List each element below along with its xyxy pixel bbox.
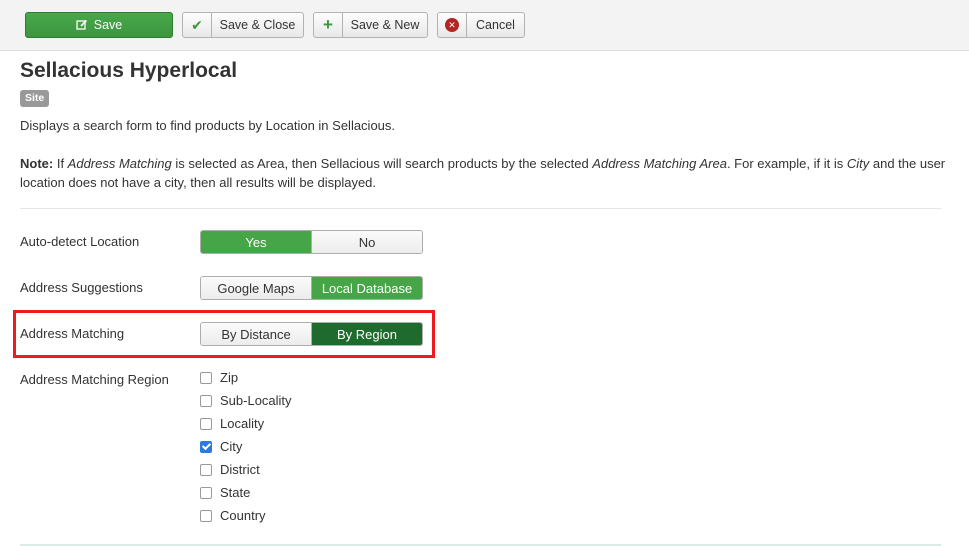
- check-icon: ✔: [183, 13, 212, 37]
- save-and-new-button[interactable]: + Save & New: [313, 12, 428, 38]
- module-description: Displays a search form to find products …: [20, 118, 396, 133]
- plus-icon: +: [314, 13, 343, 37]
- region-option-city[interactable]: City: [200, 435, 292, 458]
- checkbox[interactable]: [200, 463, 212, 476]
- checkbox-checked[interactable]: [200, 440, 212, 453]
- note-prefix: Note:: [20, 156, 54, 171]
- divider: [20, 208, 941, 209]
- save-and-new-label: Save & New: [350, 18, 420, 32]
- region-option-locality[interactable]: Locality: [200, 412, 292, 435]
- auto-detect-label: Auto-detect Location: [20, 234, 140, 249]
- save-button[interactable]: Save: [25, 12, 173, 38]
- checkbox[interactable]: [200, 509, 212, 522]
- region-option-sub-locality[interactable]: Sub-Locality: [200, 389, 292, 412]
- region-option-state[interactable]: State: [200, 481, 292, 504]
- note-text-2: is selected as Area, then Sellacious wil…: [171, 156, 593, 171]
- region-option-zip[interactable]: Zip: [200, 366, 292, 389]
- auto-detect-no-option[interactable]: No: [311, 231, 422, 253]
- page-title: Sellacious Hyperlocal: [20, 59, 238, 82]
- region-option-label: Country: [220, 508, 266, 523]
- address-suggestions-toggle: Google Maps Local Database: [200, 276, 423, 300]
- address-matching-toggle: By Distance By Region: [200, 322, 423, 346]
- checkbox[interactable]: [200, 371, 212, 384]
- note-italic-3: City: [846, 156, 870, 171]
- local-database-option[interactable]: Local Database: [311, 277, 422, 299]
- cancel-label: Cancel: [476, 18, 515, 32]
- address-matching-label: Address Matching: [20, 326, 125, 341]
- save-and-close-button[interactable]: ✔ Save & Close: [182, 12, 304, 38]
- site-badge: Site: [20, 90, 50, 107]
- region-option-label: State: [220, 485, 251, 500]
- auto-detect-toggle: Yes No: [200, 230, 423, 254]
- auto-detect-yes-option[interactable]: Yes: [201, 231, 311, 253]
- cancel-icon: ✕: [445, 18, 459, 32]
- region-option-country[interactable]: Country: [200, 504, 292, 527]
- note-italic-2: Address Matching Area: [592, 156, 727, 171]
- region-option-label: District: [220, 462, 260, 477]
- google-maps-option[interactable]: Google Maps: [201, 277, 311, 299]
- address-matching-region-label: Address Matching Region: [20, 372, 169, 387]
- checkbox[interactable]: [200, 417, 212, 430]
- cancel-button[interactable]: ✕ Cancel: [437, 12, 525, 38]
- checkbox[interactable]: [200, 394, 212, 407]
- region-option-label: City: [220, 439, 243, 454]
- region-option-label: Sub-Locality: [220, 393, 292, 408]
- by-region-option[interactable]: By Region: [311, 323, 422, 345]
- region-option-label: Zip: [220, 370, 239, 385]
- module-note: Note: If Address Matching is selected as…: [20, 154, 950, 192]
- by-distance-option[interactable]: By Distance: [201, 323, 311, 345]
- note-italic-1: Address Matching: [67, 156, 172, 171]
- note-text-1: If: [53, 156, 68, 171]
- note-text-3: . For example, if it is: [726, 156, 847, 171]
- region-option-label: Locality: [220, 416, 265, 431]
- save-label: Save: [93, 18, 123, 32]
- save-and-close-label: Save & Close: [219, 18, 296, 32]
- region-option-district[interactable]: District: [200, 458, 292, 481]
- region-checkbox-list: Zip Sub-Locality Locality City District …: [200, 366, 292, 527]
- edit-icon: [76, 19, 88, 31]
- cancel-icon-wrap: ✕: [438, 13, 467, 37]
- address-suggestions-label: Address Suggestions: [20, 280, 143, 295]
- toolbar: Save ✔ Save & Close + Save & New ✕ Cance…: [0, 0, 969, 51]
- checkbox[interactable]: [200, 486, 212, 499]
